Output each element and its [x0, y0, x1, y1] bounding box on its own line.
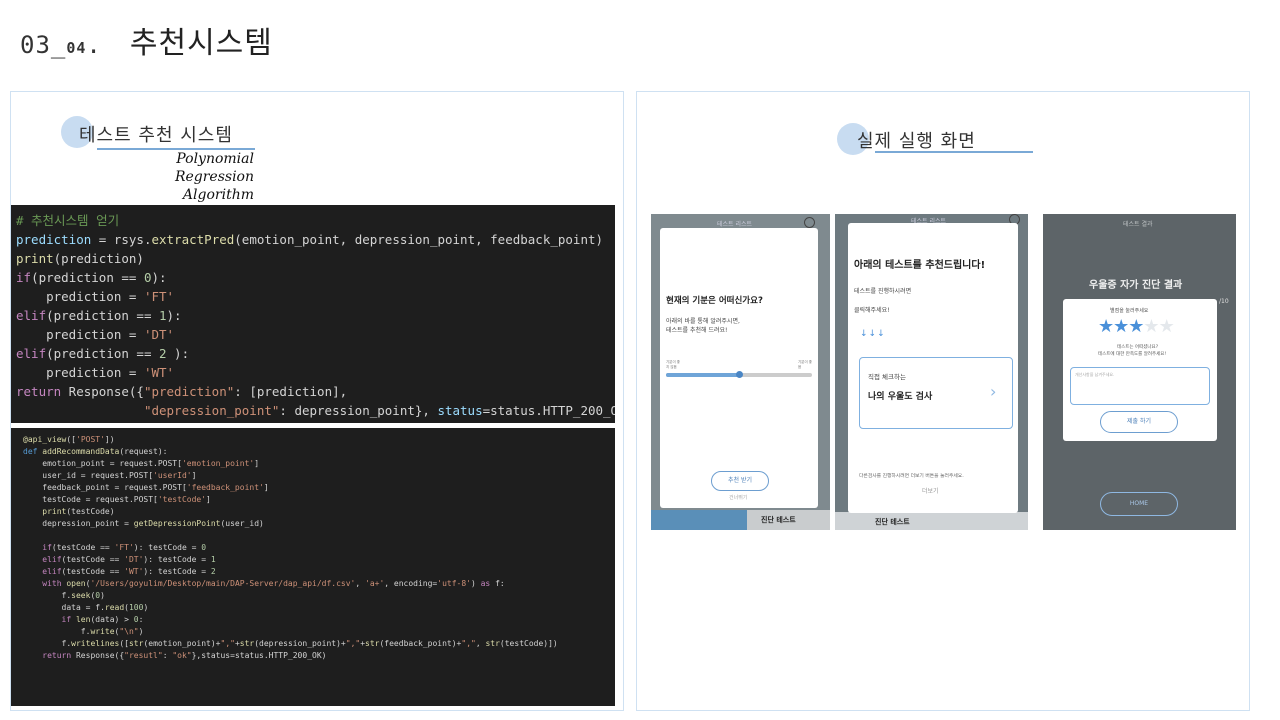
code-line: f.seek(0) [23, 591, 105, 600]
screenshot-recommendation: 테스트 리스트 진단 테스트 아래의 테스트를 추천드립니다! 테스트를 진행하… [835, 214, 1028, 530]
section-number: 03_04. [20, 31, 102, 59]
code-line: emotion_point = request.POST['emotion_po… [23, 459, 260, 468]
star-filled-icon[interactable]: ★ [1128, 316, 1144, 337]
test-card[interactable]: 직접 체크하는 나의 우울도 검사 › [859, 357, 1013, 429]
feedback-textarea[interactable]: 개선사항을 남겨주세요. [1070, 367, 1210, 405]
algorithm-caption: Polynomial Regression Algorithm [174, 151, 254, 203]
recommend-modal: 아래의 테스트를 추천드립니다! 테스트를 진행하시려면 클릭해주세요! ↓↓↓… [848, 223, 1018, 513]
heading-underline [875, 151, 1033, 153]
code-line: @api_view(['POST']) [23, 435, 115, 444]
code-block-api: @api_view(['POST'])def addRecommandData(… [11, 428, 615, 706]
code-line: user_id = request.POST['userId'] [23, 471, 197, 480]
code-line: prediction = 'WT' [16, 365, 175, 380]
settings-icon [804, 217, 815, 228]
screenshot-mood-input: 테스트 리스트 진단 테스트 현재의 기분은 어떠신가요? 아래의 바를 통해 … [651, 214, 830, 530]
code-line: testCode = request.POST['testCode'] [23, 495, 211, 504]
page-title: 03_04. 추천시스템 [20, 18, 273, 62]
star-empty-icon[interactable]: ★ [1159, 316, 1175, 337]
code-line: elif(testCode == 'DT'): testCode = 1 [42, 555, 216, 564]
screenshot-result-feedback: 테스트 결과 우울증 자가 진단 결과 /10 HOME 별점을 눌러주세요 ★… [1043, 214, 1236, 530]
code-line: f.write("\n") [23, 627, 144, 636]
mood-modal: 현재의 기분은 어떠신가요? 아래의 바를 통해 알려주시면, 테스트를 추천해… [660, 228, 818, 508]
section-title: 추천시스템 [129, 26, 273, 61]
feedback-modal: 별점을 눌러주세요 ★★★★★ 테스트는 어떠셨나요? 테스트에 대한 만족도를… [1063, 299, 1217, 441]
code-line: data = f.read(100) [23, 603, 149, 612]
left-heading: 테스트 추천 시스템 [61, 116, 255, 150]
code-line: f.writelines([str(emotion_point)+","+str… [23, 639, 558, 648]
code-line: prediction = 'FT' [16, 289, 175, 304]
chevron-right-icon: › [990, 382, 997, 401]
code-line: prediction = rsys.extractPred(emotion_po… [16, 232, 604, 247]
code-line: print(prediction) [16, 251, 144, 266]
star-empty-icon[interactable]: ★ [1143, 316, 1159, 337]
code-line: prediction = 'DT' [16, 327, 175, 342]
skip-link[interactable]: 건너뛰기 [729, 494, 747, 501]
code-line: elif(prediction == 1): [16, 308, 182, 323]
recommend-button[interactable]: 추천 받기 [711, 471, 769, 491]
code-line: with open('/Users/goyulim/Desktop/main/D… [42, 579, 505, 588]
code-line: feedback_point = request.POST['feedback_… [23, 483, 269, 492]
code-line: elif(testCode == 'WT'): testCode = 2 [42, 567, 216, 576]
code-line: "depression_point": depression_point}, s… [143, 403, 615, 418]
submit-button[interactable]: 제출 하기 [1100, 411, 1178, 433]
code-line: if(testCode == 'FT'): testCode = 0 [42, 543, 207, 552]
code-line: print(testCode) [42, 507, 115, 516]
right-heading: 실제 실행 화면 [837, 123, 1033, 155]
slider-handle[interactable] [736, 371, 743, 378]
code-line: if(prediction == 0): [16, 270, 167, 285]
code-block-recommend: # 추천시스템 얻기 prediction = rsys.extractPred(… [11, 205, 615, 423]
mood-slider[interactable] [666, 371, 812, 378]
star-filled-icon[interactable]: ★ [1098, 316, 1114, 337]
code-line: depression_point = getDepressionPoint(us… [23, 519, 264, 528]
down-arrows-icon: ↓↓↓ [860, 329, 886, 339]
code-line: return Response({"prediction": [predicti… [16, 384, 348, 399]
code-line: def addRecommandData(request): [23, 447, 168, 456]
home-button[interactable]: HOME [1100, 492, 1178, 516]
star-filled-icon[interactable]: ★ [1113, 316, 1129, 337]
star-rating[interactable]: ★★★★★ [1098, 316, 1175, 337]
code-line: # 추천시스템 얻기 [16, 213, 120, 228]
code-line: return Response({"resutl": "ok"},status=… [42, 651, 327, 660]
code-line: elif(prediction == 2 ): [16, 346, 190, 361]
more-link[interactable]: 더보기 [922, 486, 939, 495]
code-line: if len(data) > 0: [61, 615, 144, 624]
